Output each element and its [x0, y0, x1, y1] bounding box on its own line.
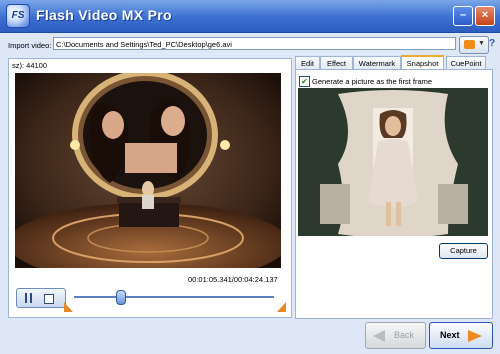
close-button[interactable]: × — [475, 6, 495, 26]
first-frame-checkbox-label: Generate a picture as the first frame — [312, 77, 433, 86]
import-video-label: Import video: — [8, 41, 52, 50]
folder-icon — [464, 40, 475, 49]
back-button-label: Back — [394, 330, 415, 340]
dropdown-arrow-icon: ▼ — [478, 40, 485, 47]
next-arrow-icon — [468, 330, 482, 342]
playback-controls[interactable] — [16, 288, 66, 308]
back-button[interactable]: Back — [365, 322, 426, 349]
back-arrow-icon — [373, 330, 385, 342]
tab-watermark[interactable]: Watermark — [353, 56, 401, 69]
video-preview — [15, 73, 281, 268]
video-frame-image — [15, 73, 281, 268]
next-button[interactable]: Next — [429, 322, 493, 349]
tab-effect[interactable]: Effect — [320, 56, 353, 69]
seek-slider-thumb[interactable] — [116, 290, 126, 305]
tab-cuepoint[interactable]: CuePoint — [446, 56, 486, 69]
next-button-label: Next — [440, 330, 460, 340]
import-video-path-field[interactable]: C:\Documents and Settings\Ted_PC\Desktop… — [53, 37, 456, 50]
first-frame-checkbox[interactable]: ✔ — [299, 76, 310, 87]
capture-button[interactable]: Capture — [439, 243, 488, 259]
minimize-button[interactable]: – — [453, 6, 473, 26]
snapshot-image — [298, 88, 488, 236]
snapshot-preview — [298, 88, 488, 236]
help-icon[interactable]: ? — [489, 38, 499, 50]
window-title: Flash Video MX Pro — [36, 7, 172, 23]
tab-snapshot[interactable]: Snapshot — [401, 55, 444, 70]
tab-edit[interactable]: Edit — [295, 56, 320, 69]
app-logo-icon: FS — [6, 4, 30, 28]
stop-icon[interactable] — [44, 294, 54, 304]
end-marker-icon[interactable] — [277, 302, 286, 312]
pause-icon[interactable] — [25, 293, 33, 303]
sample-rate-label: sz): 44100 — [12, 61, 48, 70]
seek-slider-track[interactable] — [74, 296, 274, 298]
open-file-button[interactable]: ▼ — [459, 36, 489, 54]
time-readout: 00:01:05.341/00:04:24.137 — [188, 275, 278, 284]
start-marker-icon[interactable] — [64, 302, 73, 312]
